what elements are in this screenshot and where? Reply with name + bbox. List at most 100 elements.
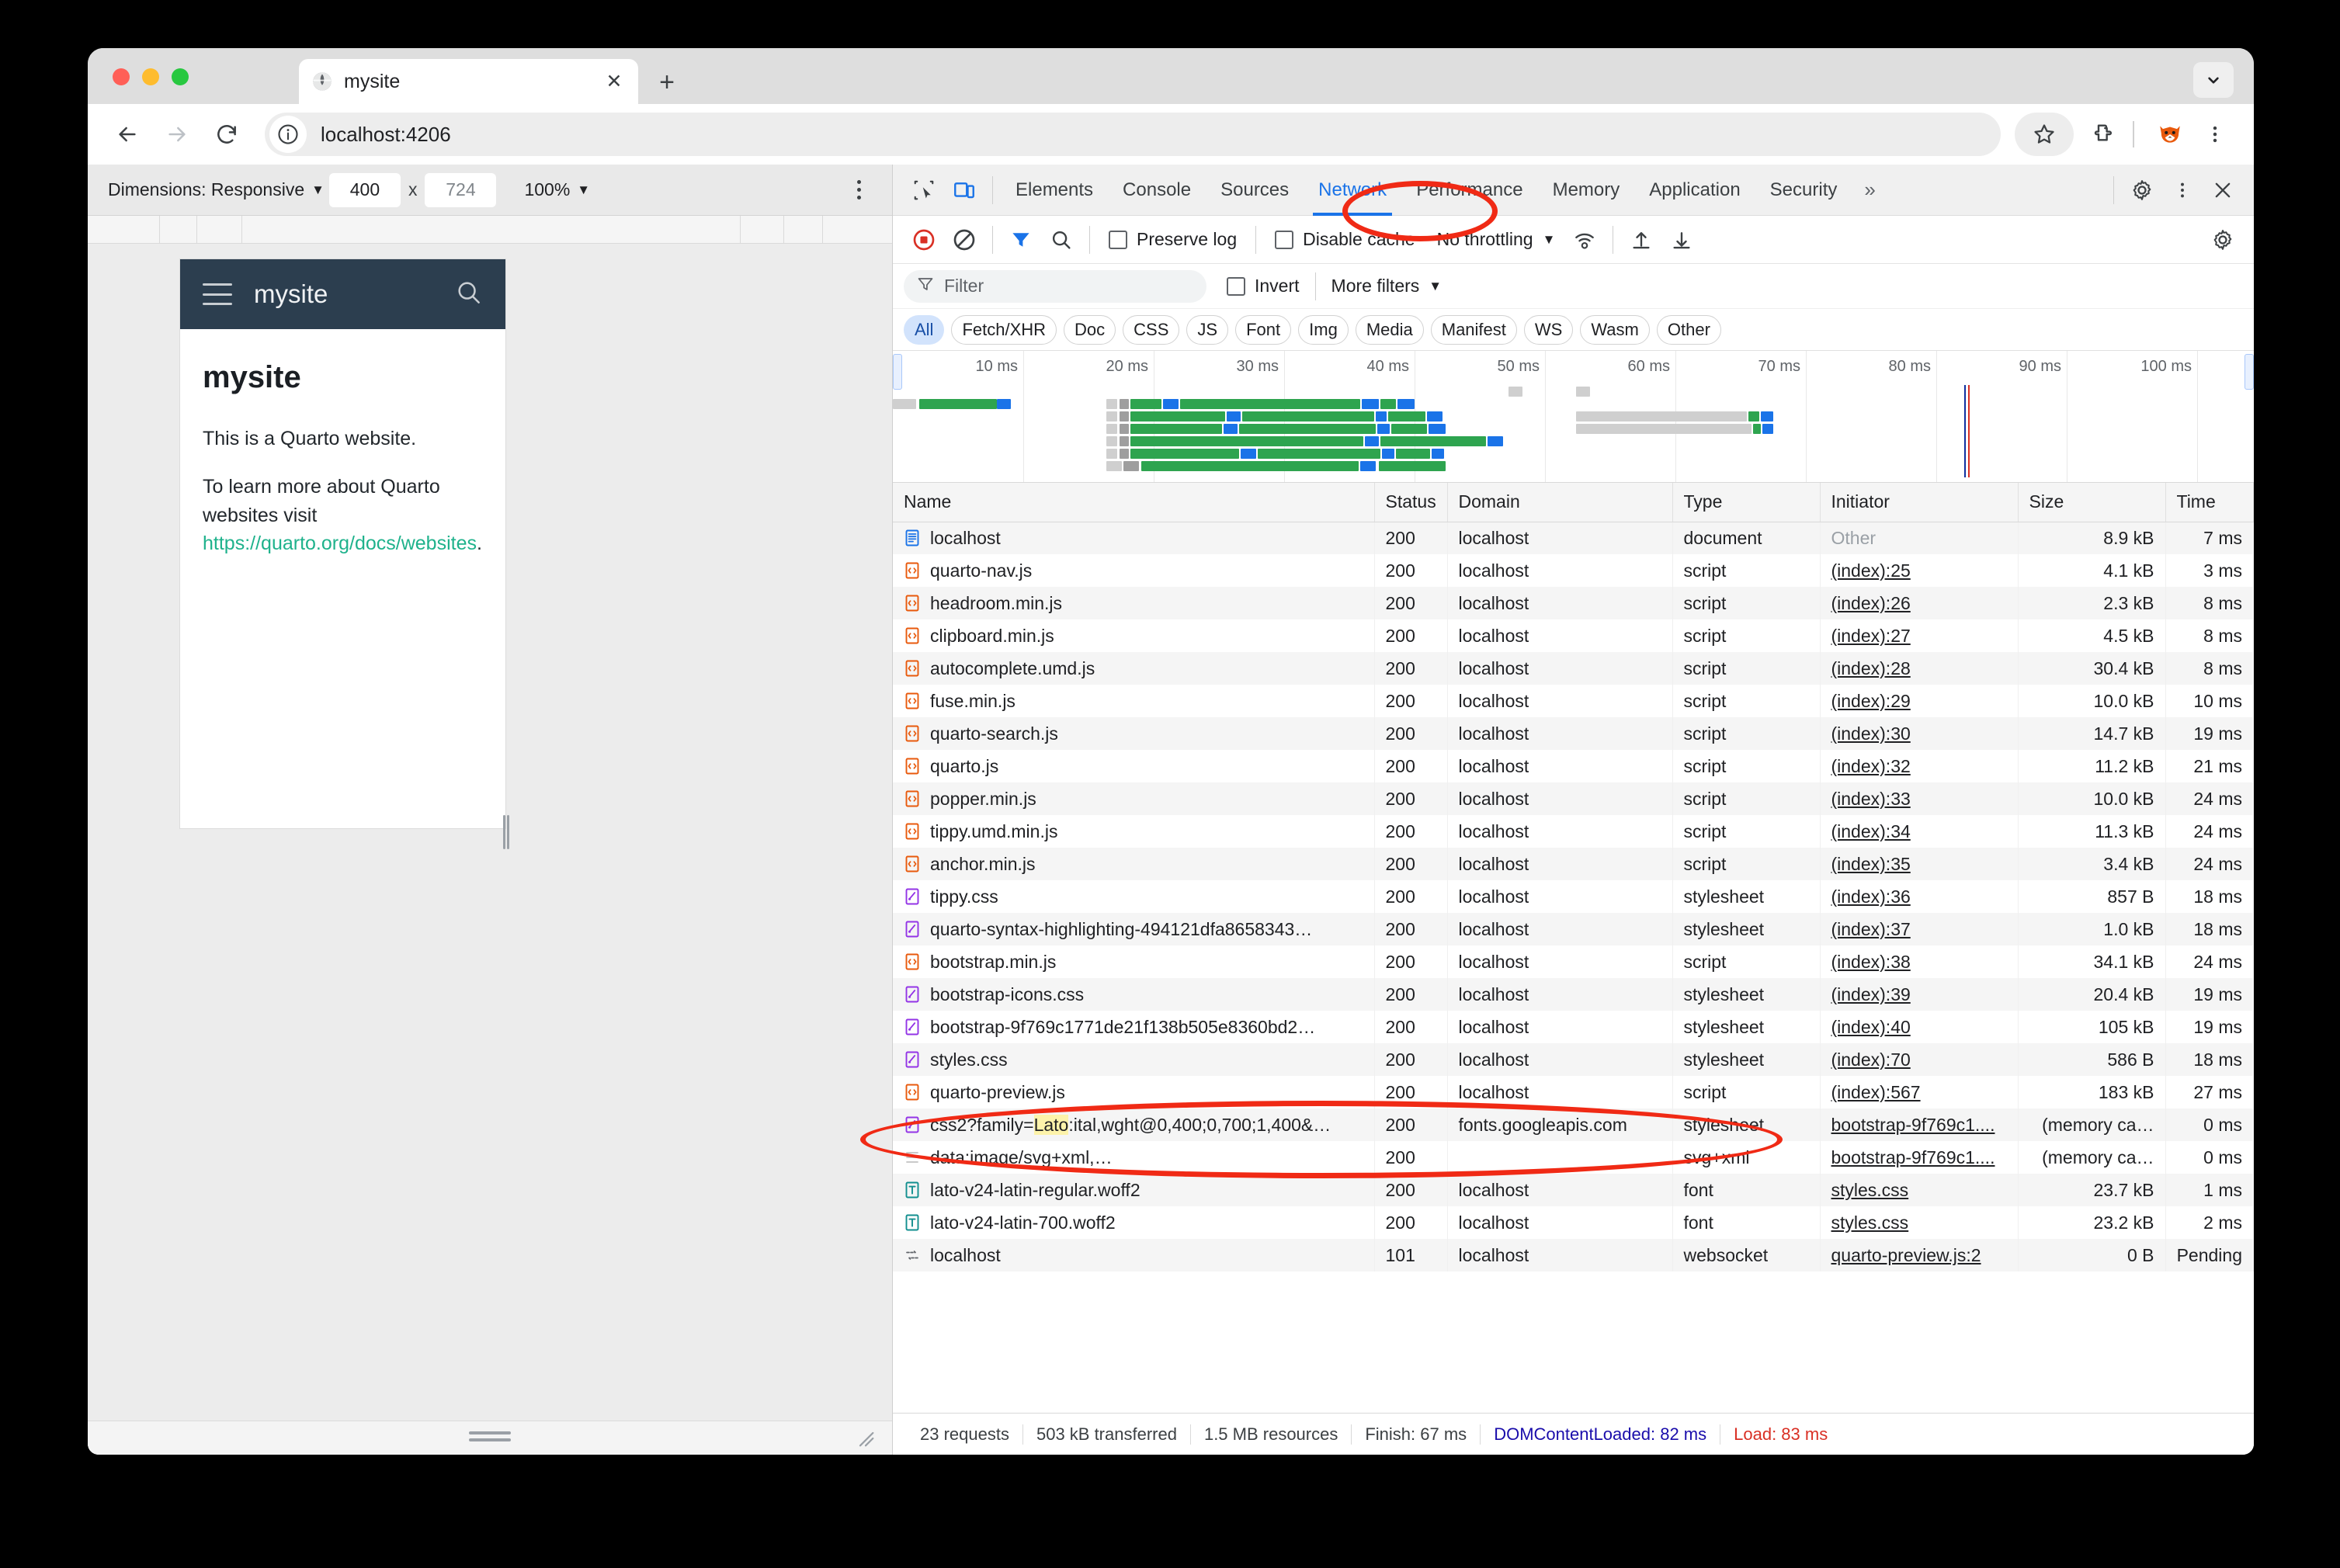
tab-elements[interactable]: Elements: [1001, 165, 1108, 216]
inspect-element-icon[interactable]: [904, 170, 944, 210]
table-row[interactable]: data:image/svg+xml,… 200 svg+xml bootstrap-…: [893, 1141, 2254, 1174]
quarto-docs-link[interactable]: https://quarto.org/docs/websites: [203, 532, 477, 554]
close-icon[interactable]: ✕: [602, 70, 626, 93]
request-table[interactable]: Name Status Domain Type Initiator Size T…: [893, 483, 2254, 1413]
viewport-height-input[interactable]: [425, 172, 497, 207]
initiator-link[interactable]: styles.css: [1831, 1180, 1909, 1200]
fox-avatar-icon[interactable]: [2151, 116, 2189, 153]
table-row[interactable]: quarto-syntax-highlighting-494121dfa8658…: [893, 913, 2254, 945]
omnibox[interactable]: localhost:4206: [265, 113, 2001, 156]
tab-performance[interactable]: Performance: [1401, 165, 1537, 216]
initiator-link[interactable]: (index):32: [1831, 756, 1911, 776]
initiator-link[interactable]: (index):36: [1831, 886, 1911, 907]
zoom-select[interactable]: 100% ▼: [524, 179, 590, 200]
search-icon[interactable]: [455, 279, 483, 310]
filter-chip-fetch-xhr[interactable]: Fetch/XHR: [951, 314, 1057, 345]
initiator-link[interactable]: (index):40: [1831, 1017, 1911, 1037]
invert-checkbox[interactable]: Invert: [1227, 276, 1300, 297]
network-conditions-icon[interactable]: [1564, 220, 1605, 260]
browser-tab[interactable]: mysite ✕: [299, 59, 638, 104]
puzzle-piece-icon[interactable]: [2086, 116, 2123, 153]
initiator-link[interactable]: (index):70: [1831, 1049, 1911, 1070]
tab-sources[interactable]: Sources: [1206, 165, 1304, 216]
device-toolbar-menu-button[interactable]: [845, 175, 872, 206]
viewport-ruler[interactable]: [88, 216, 892, 244]
table-row[interactable]: css2?family=Lato:ital,wght@0,400;0,700;1…: [893, 1108, 2254, 1141]
record-stop-icon[interactable]: [904, 220, 944, 260]
initiator-link[interactable]: bootstrap-9f769c1....: [1831, 1147, 1995, 1167]
device-toolbar-icon[interactable]: [944, 170, 984, 210]
overview-left-handle[interactable]: [893, 354, 902, 390]
initiator-link[interactable]: (index):27: [1831, 626, 1911, 646]
star-icon[interactable]: [2015, 113, 2074, 156]
viewport-resize-handle-bottom[interactable]: [469, 1431, 511, 1445]
table-row[interactable]: autocomplete.umd.js 200 localhost script (in…: [893, 652, 2254, 685]
tab-console[interactable]: Console: [1108, 165, 1206, 216]
viewport-resize-handle[interactable]: [503, 815, 511, 849]
gear-icon[interactable]: [2203, 220, 2243, 260]
column-header-status[interactable]: Status: [1374, 483, 1448, 522]
filter-chip-all[interactable]: All: [904, 314, 945, 345]
table-row[interactable]: popper.min.js 200 localhost script (index):3…: [893, 782, 2254, 815]
initiator-link[interactable]: (index):26: [1831, 593, 1911, 613]
dimensions-select[interactable]: Dimensions: Responsive ▼: [108, 179, 325, 200]
table-row[interactable]: tippy.umd.min.js 200 localhost script (index…: [893, 815, 2254, 848]
table-row[interactable]: lato-v24-latin-regular.woff2 200 localhost…: [893, 1174, 2254, 1206]
table-row[interactable]: quarto-nav.js 200 localhost script (index):2…: [893, 554, 2254, 587]
initiator-link[interactable]: (index):33: [1831, 789, 1911, 809]
preserve-log-checkbox[interactable]: Preserve log: [1109, 229, 1237, 250]
initiator-link[interactable]: bootstrap-9f769c1....: [1831, 1115, 1995, 1135]
tab-application[interactable]: Application: [1634, 165, 1755, 216]
table-row[interactable]: localhost 101 localhost websocket quarto-pre…: [893, 1239, 2254, 1271]
initiator-link[interactable]: quarto-preview.js:2: [1831, 1245, 1981, 1265]
table-row[interactable]: tippy.css 200 localhost stylesheet (index):3…: [893, 880, 2254, 913]
gear-icon[interactable]: [2122, 170, 2162, 210]
tab-memory[interactable]: Memory: [1538, 165, 1635, 216]
overview-right-handle[interactable]: [2245, 354, 2254, 390]
initiator-link[interactable]: styles.css: [1831, 1212, 1909, 1233]
initiator-link[interactable]: (index):39: [1831, 984, 1911, 1004]
reload-icon[interactable]: [207, 115, 246, 154]
more-filters-select[interactable]: More filters ▼: [1331, 276, 1443, 297]
filter-chip-doc[interactable]: Doc: [1064, 314, 1116, 345]
kebab-menu-icon[interactable]: [2162, 170, 2203, 210]
disable-cache-checkbox[interactable]: Disable cache: [1275, 229, 1415, 250]
filter-chip-ws[interactable]: WS: [1523, 314, 1574, 345]
window-close-button[interactable]: [113, 68, 130, 85]
filter-chip-wasm[interactable]: Wasm: [1580, 314, 1650, 345]
filter-chip-css[interactable]: CSS: [1123, 314, 1180, 345]
network-overview-timeline[interactable]: 10 ms 20 ms 30 ms 40 ms 50 ms 60 ms 70 m…: [893, 351, 2254, 483]
tab-network[interactable]: Network: [1304, 165, 1401, 216]
search-icon[interactable]: [1041, 220, 1081, 260]
initiator-link[interactable]: (index):25: [1831, 560, 1911, 581]
column-header-size[interactable]: Size: [2018, 483, 2166, 522]
initiator-link[interactable]: (index):28: [1831, 658, 1911, 678]
window-minimize-button[interactable]: [142, 68, 159, 85]
filter-input[interactable]: Filter: [904, 269, 1206, 303]
filter-chip-img[interactable]: Img: [1298, 314, 1349, 345]
column-header-time[interactable]: Time: [2165, 483, 2254, 522]
initiator-link[interactable]: (index):567: [1831, 1082, 1921, 1102]
table-row[interactable]: quarto-search.js 200 localhost script (index…: [893, 717, 2254, 750]
table-row[interactable]: quarto-preview.js 200 localhost script (inde…: [893, 1076, 2254, 1108]
page-preview-frame[interactable]: mysite mysite This is a Quarto website. …: [180, 259, 505, 828]
filter-chip-manifest[interactable]: Manifest: [1430, 314, 1517, 345]
info-circle-icon[interactable]: [269, 116, 307, 153]
kebab-menu-icon[interactable]: [2196, 116, 2234, 153]
forward-arrow-icon[interactable]: [158, 115, 196, 154]
clear-no-entry-icon[interactable]: [944, 220, 984, 260]
table-row[interactable]: bootstrap.min.js 200 localhost script (index…: [893, 945, 2254, 978]
table-row[interactable]: headroom.min.js 200 localhost script (index)…: [893, 587, 2254, 619]
new-tab-button[interactable]: +: [653, 68, 681, 97]
navbar-brand[interactable]: mysite: [254, 279, 328, 309]
more-tabs-button[interactable]: »: [1852, 178, 1887, 202]
initiator-link[interactable]: (index):35: [1831, 854, 1911, 874]
tab-security[interactable]: Security: [1755, 165, 1852, 216]
table-row[interactable]: bootstrap-9f769c1771de21f138b505e8360bd2…: [893, 1011, 2254, 1043]
filter-chip-media[interactable]: Media: [1355, 314, 1424, 345]
table-row[interactable]: lato-v24-latin-700.woff2 200 localhost font…: [893, 1206, 2254, 1239]
filter-chip-other[interactable]: Other: [1656, 314, 1721, 345]
initiator-link[interactable]: (index):34: [1831, 821, 1911, 841]
window-maximize-button[interactable]: [172, 68, 189, 85]
table-row[interactable]: bootstrap-icons.css 200 localhost styleshee…: [893, 978, 2254, 1011]
